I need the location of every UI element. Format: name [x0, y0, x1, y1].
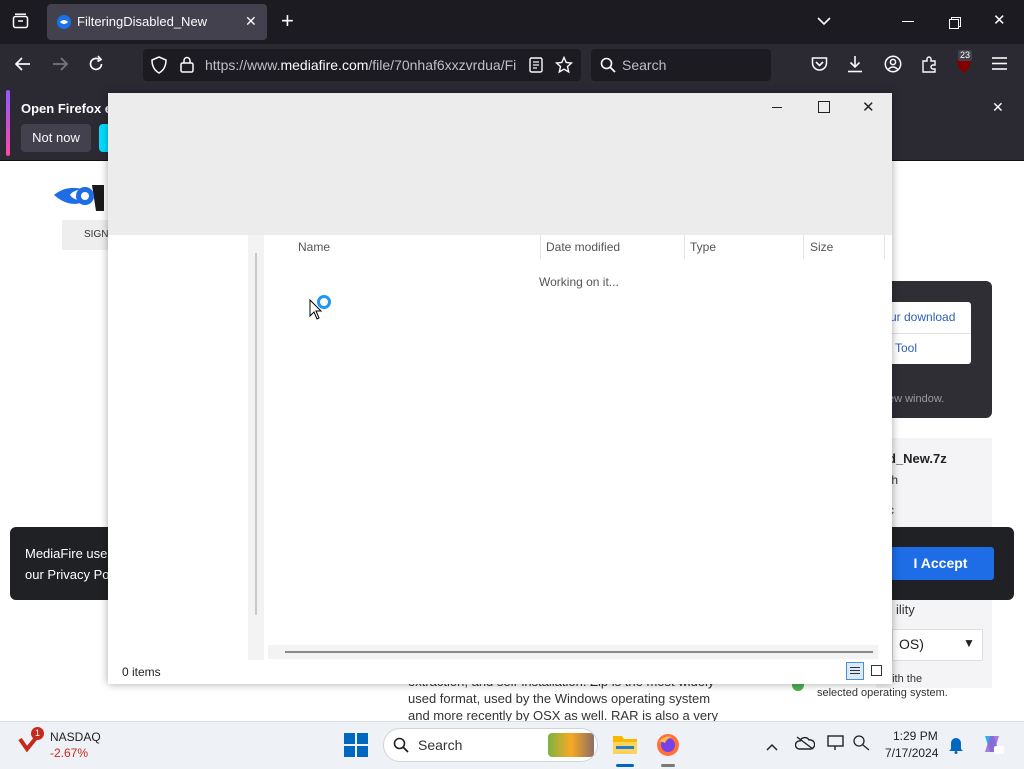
sign-up-button[interactable]: SIGN	[62, 220, 108, 250]
file-explorer-icon[interactable]	[612, 733, 638, 760]
navigation-pane[interactable]	[108, 235, 248, 660]
busy-spinner-icon	[317, 295, 331, 309]
account-icon[interactable]	[884, 55, 902, 78]
cookie-text[interactable]: our Privacy Po	[25, 567, 110, 582]
clock-date[interactable]: 7/17/2024	[885, 746, 938, 760]
status-bar: 0 items	[108, 660, 892, 684]
column-header-name[interactable]: Name	[298, 240, 330, 254]
show-hidden-icons-icon[interactable]	[766, 738, 778, 756]
column-separator[interactable]	[803, 235, 804, 259]
item-count: 0 items	[122, 665, 161, 679]
new-window-note: ew window.	[888, 393, 945, 405]
taskbar-search-box[interactable]: Search	[383, 728, 598, 762]
navigation-toolbar: https://www.mediafire.com/file/70nhaf6xx…	[0, 44, 1024, 86]
running-app-indicator	[661, 764, 675, 767]
column-header-date-modified[interactable]: Date modified	[546, 240, 620, 254]
minimize-icon[interactable]	[902, 21, 914, 22]
notification-text: Open Firefox ev	[21, 101, 120, 116]
download-link[interactable]: ur download	[890, 310, 955, 324]
mediafire-favicon-icon	[57, 15, 71, 34]
windows-start-icon[interactable]	[344, 733, 368, 762]
dialog-minimize-icon[interactable]	[772, 107, 782, 108]
tab-active[interactable]: FilteringDisabled_New ✕	[47, 4, 267, 40]
onedrive-offline-icon[interactable]	[794, 736, 816, 755]
tracking-shield-icon[interactable]	[151, 56, 167, 79]
search-bar[interactable]: Search	[591, 49, 771, 81]
tab-list-icon[interactable]	[12, 13, 29, 32]
column-header-type[interactable]: Type	[690, 240, 716, 254]
back-icon[interactable]	[14, 55, 32, 76]
pocket-icon[interactable]	[811, 56, 828, 77]
reader-view-icon[interactable]	[529, 57, 543, 78]
dialog-close-icon[interactable]: ✕	[862, 98, 875, 116]
large-icons-view-icon[interactable]	[871, 665, 882, 676]
clock-time[interactable]: 1:29 PM	[893, 729, 938, 743]
copilot-icon[interactable]	[980, 732, 1004, 761]
search-placeholder: Search	[622, 57, 667, 73]
widget-badge: 1	[31, 727, 44, 740]
file-name: d_New.7z	[888, 451, 947, 466]
column-separator[interactable]	[540, 235, 541, 259]
cookie-text: MediaFire use	[25, 546, 108, 561]
compat-note: selected operating system.	[817, 687, 948, 699]
download-panel: ur download Tool ew window.	[876, 281, 992, 418]
caret-down-icon: ▼	[963, 636, 975, 650]
list-all-tabs-icon[interactable]	[817, 12, 831, 29]
downloads-icon[interactable]	[847, 55, 863, 78]
hamburger-menu-icon[interactable]	[992, 57, 1007, 75]
active-app-indicator	[616, 764, 634, 767]
column-separator[interactable]	[884, 235, 885, 259]
stock-change[interactable]: -2.67%	[50, 746, 88, 760]
os-select[interactable]: OS) ▼	[892, 629, 983, 661]
extensions-icon[interactable]	[920, 55, 938, 78]
restore-icon[interactable]	[949, 16, 961, 34]
mediafire-logo-icon[interactable]	[52, 181, 104, 211]
extension-badge: 23	[958, 50, 973, 61]
notification-close-icon[interactable]: ✕	[992, 100, 1004, 114]
lock-icon[interactable]	[180, 56, 194, 78]
tab-bar: FilteringDisabled_New ✕ + ✕	[0, 0, 1024, 44]
tool-link[interactable]: Tool	[895, 341, 917, 355]
bookmark-star-icon[interactable]	[554, 55, 574, 79]
details-view-icon[interactable]	[846, 662, 864, 680]
reload-icon[interactable]	[87, 55, 105, 76]
column-header-size[interactable]: Size	[810, 240, 833, 254]
horizontal-scroll-thumb[interactable]	[285, 651, 873, 653]
dialog-header: ✕	[108, 93, 892, 235]
window-close-icon[interactable]: ✕	[993, 13, 1006, 28]
display-icon[interactable]	[827, 735, 845, 756]
compatibility-label: ility	[896, 602, 915, 617]
loading-status: Working on it...	[539, 275, 619, 289]
search-icon	[393, 737, 409, 758]
tab-close-icon[interactable]: ✕	[245, 14, 257, 28]
forward-icon[interactable]	[51, 55, 69, 76]
new-tab-icon[interactable]: +	[281, 10, 294, 32]
column-separator[interactable]	[684, 235, 685, 259]
notification-bell-icon[interactable]	[948, 736, 964, 759]
navigation-scrollbar[interactable]	[255, 253, 257, 615]
windows-taskbar: 1 NASDAQ -2.67% Search 1:29 PM 7/17/2024	[0, 721, 1024, 769]
not-now-button[interactable]: Not now	[21, 124, 91, 152]
search-icon	[600, 57, 616, 78]
notification-accent	[6, 90, 10, 156]
url-bar[interactable]: https://www.mediafire.com/file/70nhaf6xx…	[143, 49, 581, 81]
firefox-icon[interactable]	[656, 733, 680, 762]
os-select-value: OS)	[899, 636, 924, 652]
dialog-maximize-icon[interactable]	[818, 101, 830, 113]
taskbar-search-placeholder: Search	[418, 737, 463, 753]
url-text[interactable]: https://www.mediafire.com/file/70nhaf6xx…	[205, 57, 517, 73]
stock-ticker[interactable]: NASDAQ	[50, 730, 101, 744]
tab-title: FilteringDisabled_New	[77, 14, 208, 29]
search-highlight-image-icon[interactable]	[548, 733, 594, 757]
file-save-dialog: ✕ Name Date modified Type Size Working o…	[108, 93, 892, 684]
network-icon[interactable]	[853, 735, 871, 756]
accept-cookies-button[interactable]: I Accept	[887, 547, 994, 580]
